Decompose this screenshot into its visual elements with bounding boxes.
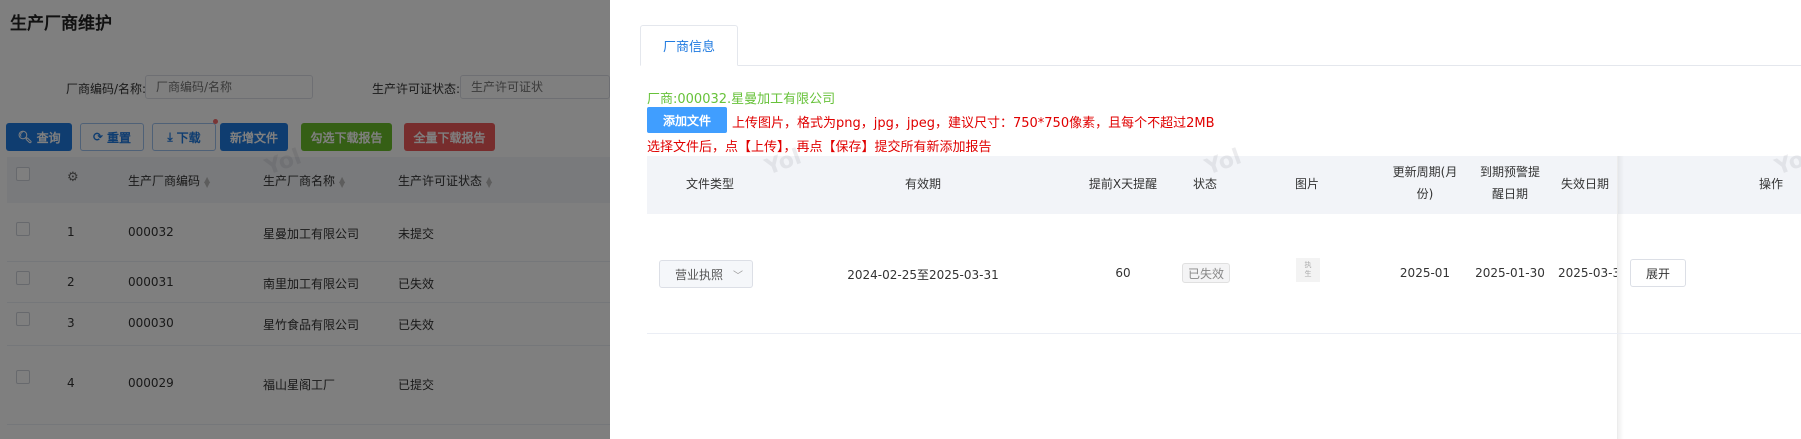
vendor-drawer: 厂商信息 厂商:000032.星曼加工有限公司 添加文件 上传图片，格式为png… — [610, 0, 1801, 439]
status-badge: 已失效 — [1182, 263, 1230, 283]
fixed-column-divider — [1617, 156, 1618, 439]
update-cycle-value: 2025-01 — [1399, 266, 1451, 280]
file-type-select[interactable]: 营业执照 ﹀ — [659, 260, 753, 288]
column-header-update-cycle: 更新周期(月 份) — [1392, 165, 1458, 201]
remind-days-value: 60 — [1115, 266, 1131, 280]
chevron-down-icon: ﹀ — [733, 270, 744, 282]
validity-value: 2024-02-25至2025-03-31 — [847, 268, 999, 282]
column-header-validity: 有效期 — [904, 177, 941, 191]
vendor-name: 厂商:000032.星曼加工有限公司 — [647, 92, 836, 107]
image-thumbnail[interactable]: 执 生 — [1296, 258, 1320, 282]
upload-hint: 上传图片，格式为png，jpg，jpeg，建议尺寸：750*750像素，且每个不… — [732, 116, 1215, 131]
row-divider — [647, 333, 1801, 334]
tab-bar — [640, 65, 1801, 66]
column-header-image: 图片 — [1294, 177, 1319, 191]
column-header-remind-days: 提前X天提醒 — [1088, 177, 1158, 191]
expire-date-value: 2025-03-31 — [1558, 266, 1618, 280]
column-header-status: 状态 — [1192, 177, 1217, 191]
column-header-actions: 操作 — [1758, 177, 1783, 191]
expand-button[interactable]: 展开 — [1630, 259, 1686, 287]
tab-vendor-info[interactable]: 厂商信息 — [640, 25, 738, 66]
fixed-column-shadow — [1618, 156, 1624, 439]
expiry-alert-value: 2025-01-30 — [1475, 266, 1545, 280]
column-header-file-type: 文件类型 — [685, 177, 734, 191]
modal-overlay[interactable] — [0, 0, 610, 439]
column-header-expiry-alert: 到期预警提 醒日期 — [1479, 165, 1540, 201]
column-header-expire-date: 失效日期 — [1560, 177, 1609, 191]
upload-hint-2: 选择文件后，点【上传】，再点【保存】提交所有新添加报告 — [647, 140, 992, 155]
add-file-button[interactable]: 添加文件 — [647, 107, 727, 133]
